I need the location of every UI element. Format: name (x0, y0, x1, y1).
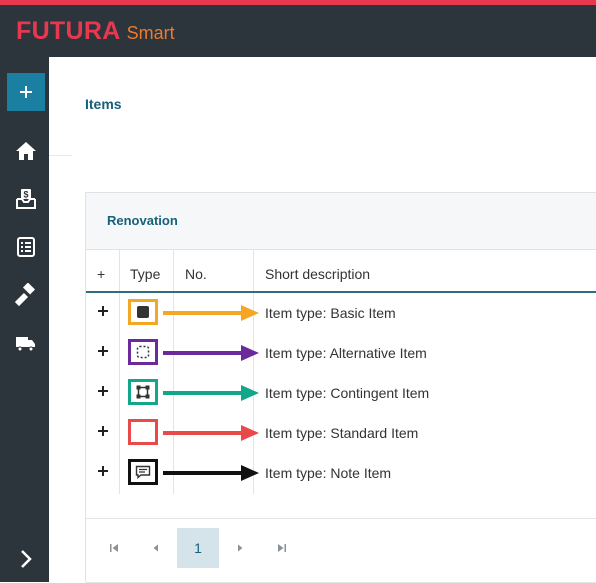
arrow-icon (163, 305, 259, 321)
sidebar-expand-button[interactable] (14, 547, 38, 571)
sidebar-item-home[interactable] (14, 139, 38, 163)
hammer-icon (14, 283, 36, 307)
item-description: Item type: Contingent Item (265, 385, 430, 401)
panel-header: Renovation (86, 193, 596, 250)
page-button-current[interactable]: 1 (177, 528, 219, 568)
expand-row-icon[interactable] (95, 423, 111, 439)
arrow-icon (163, 425, 259, 441)
table-row[interactable]: Item type: Basic Item (86, 293, 596, 333)
table-row[interactable]: Item type: Standard Item (86, 413, 596, 453)
last-page-icon (278, 544, 286, 552)
brand-name: FUTURA (16, 17, 121, 45)
table-row[interactable]: Item type: Contingent Item (86, 373, 596, 413)
arrow-icon (163, 345, 259, 361)
expand-row-icon[interactable] (95, 463, 111, 479)
expand-all-button[interactable]: + (97, 266, 105, 282)
item-description: Item type: Note Item (265, 465, 392, 481)
arrow-icon (163, 465, 259, 481)
expand-row-icon[interactable] (95, 383, 111, 399)
sidebar-item-delivery[interactable] (14, 331, 38, 355)
checklist-icon (17, 237, 35, 257)
svg-text:$: $ (23, 190, 28, 200)
last-page-button[interactable] (261, 528, 303, 568)
basic-item-icon (128, 299, 158, 325)
contingent-item-icon (128, 379, 158, 405)
item-description: Item type: Alternative Item (265, 345, 427, 361)
next-page-button[interactable] (219, 528, 261, 568)
chevron-left-icon (153, 544, 158, 552)
column-header-type[interactable]: Type (130, 266, 160, 282)
app-logo[interactable]: FUTURA Smart (16, 17, 175, 46)
items-panel: Renovation + Type No. Short description … (85, 192, 596, 583)
first-page-button[interactable] (93, 528, 135, 568)
home-icon (16, 142, 36, 160)
first-page-icon (110, 544, 118, 552)
sidebar-item-tools[interactable] (14, 283, 38, 307)
divider (49, 155, 72, 156)
previous-page-button[interactable] (135, 528, 177, 568)
sidebar-item-inbox[interactable]: $ (14, 187, 38, 211)
brand-subtitle: Smart (126, 23, 175, 43)
divider (86, 518, 596, 519)
sidebar-item-checklist[interactable] (14, 235, 38, 259)
alternative-item-icon (128, 339, 158, 365)
plus-icon (20, 86, 32, 98)
chevron-right-icon (21, 550, 32, 568)
truck-icon (16, 337, 35, 352)
item-description: Item type: Basic Item (265, 305, 396, 321)
standard-item-icon (128, 419, 158, 445)
panel-title: Renovation (107, 213, 178, 228)
expand-row-icon[interactable] (95, 343, 111, 359)
table-row[interactable]: Item type: Note Item (86, 453, 596, 493)
sidebar: $ (0, 57, 49, 582)
arrow-icon (163, 385, 259, 401)
page-title: Items (85, 96, 122, 112)
expand-row-icon[interactable] (95, 303, 111, 319)
chevron-right-icon (238, 544, 243, 552)
inbox-money-icon: $ (16, 189, 36, 209)
column-header-description[interactable]: Short description (265, 266, 370, 282)
table-row[interactable]: Item type: Alternative Item (86, 333, 596, 373)
item-description: Item type: Standard Item (265, 425, 419, 441)
add-button[interactable] (7, 73, 45, 111)
column-header-no[interactable]: No. (185, 266, 207, 282)
note-item-icon (128, 459, 158, 485)
app-header: FUTURA Smart (0, 5, 596, 57)
